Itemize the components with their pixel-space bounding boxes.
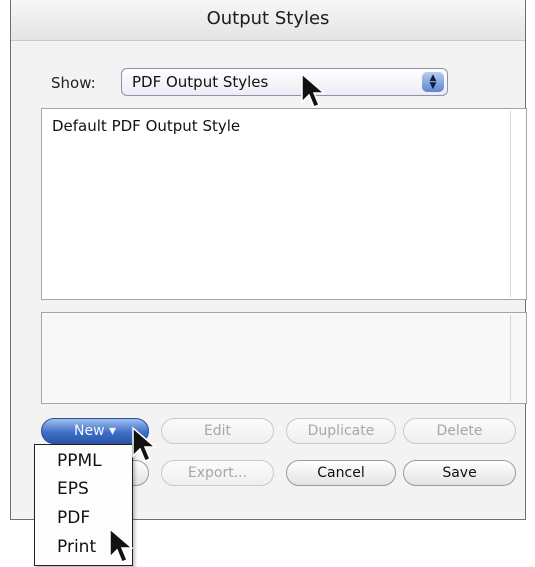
menu-item-ppml[interactable]: PPML xyxy=(57,451,102,471)
description-area xyxy=(41,312,527,404)
menu-item-pdf[interactable]: PDF xyxy=(57,508,90,528)
chevron-down-icon: ▾ xyxy=(108,423,117,439)
menu-item-eps[interactable]: EPS xyxy=(57,479,89,499)
up-down-arrows-icon: ▲ ▼ xyxy=(422,72,444,92)
arrow-cursor-icon xyxy=(132,426,158,462)
arrow-cursor-icon xyxy=(109,527,135,563)
output-styles-dialog: Output Styles Show: PDF Output Styles ▲ ▼… xyxy=(10,0,527,520)
show-popup[interactable]: PDF Output Styles ▲ ▼ xyxy=(121,68,448,96)
show-popup-value: PDF Output Styles xyxy=(132,73,269,91)
show-label: Show: xyxy=(51,74,96,92)
edit-button[interactable]: Edit xyxy=(161,418,274,444)
save-button[interactable]: Save xyxy=(403,460,516,486)
export-button[interactable]: Export... xyxy=(161,460,274,486)
arrow-cursor-icon xyxy=(301,72,327,108)
cancel-button[interactable]: Cancel xyxy=(286,460,396,486)
list-scrollbar[interactable] xyxy=(510,111,522,297)
delete-button[interactable]: Delete xyxy=(403,418,516,444)
list-item[interactable]: Default PDF Output Style xyxy=(52,117,240,135)
window-title: Output Styles xyxy=(11,0,525,41)
duplicate-button[interactable]: Duplicate xyxy=(286,418,396,444)
description-scrollbar[interactable] xyxy=(510,315,522,401)
new-button-label: New xyxy=(73,423,105,439)
menu-item-print[interactable]: Print xyxy=(57,537,96,557)
output-styles-list[interactable]: Default PDF Output Style xyxy=(41,108,527,300)
